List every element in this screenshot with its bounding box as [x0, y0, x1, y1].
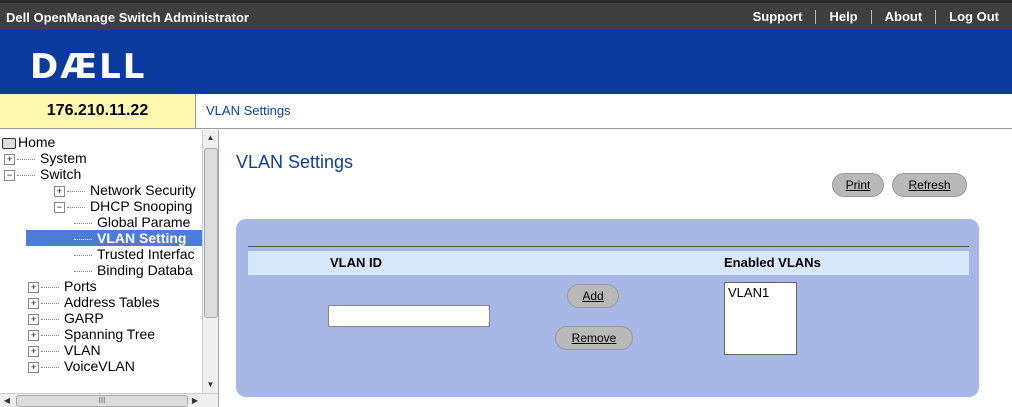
tree-item-ports[interactable]: + Ports — [28, 278, 97, 294]
refresh-button[interactable]: Refresh — [892, 173, 967, 197]
breadcrumb-bar: VLAN Settings — [196, 94, 1012, 129]
scroll-thumb[interactable] — [204, 148, 218, 318]
collapse-icon[interactable]: − — [54, 201, 65, 213]
tree-item-garp[interactable]: + GARP — [28, 310, 104, 326]
about-link[interactable]: About — [870, 9, 936, 24]
device-ip: 176.210.11.22 — [0, 94, 196, 129]
divider — [248, 246, 969, 247]
expand-icon[interactable]: + — [28, 361, 39, 373]
brand-bar: DÆLL — [0, 30, 1012, 94]
expand-icon[interactable]: + — [28, 281, 39, 293]
scroll-thumb-horizontal[interactable]: III — [16, 395, 188, 407]
expand-icon[interactable]: + — [28, 345, 39, 357]
tree-horizontal-scrollbar[interactable]: ◀ III ▶ — [0, 393, 218, 407]
logout-link[interactable]: Log Out — [935, 9, 1012, 24]
column-header-enabled-vlans: Enabled VLANs — [724, 255, 821, 270]
tree-vertical-scrollbar[interactable]: ▲ ▼ — [202, 130, 218, 393]
scroll-down-icon[interactable]: ▼ — [203, 377, 218, 393]
top-bar: Dell OpenManage Switch Administrator Sup… — [0, 0, 1012, 30]
list-item[interactable]: VLAN1 — [728, 285, 793, 300]
tree-item-binding-database[interactable]: Binding Databa — [74, 262, 193, 278]
help-link[interactable]: Help — [815, 9, 870, 24]
tree-item-spanning-tree[interactable]: + Spanning Tree — [28, 326, 155, 342]
app-title: Dell OpenManage Switch Administrator — [6, 10, 249, 25]
tree-item-dhcp-snooping[interactable]: − DHCP Snooping — [54, 198, 192, 214]
scroll-up-icon[interactable]: ▲ — [203, 130, 218, 146]
scroll-right-icon[interactable]: ▶ — [188, 394, 202, 407]
tree-item-global-parameters[interactable]: Global Parame — [74, 214, 190, 230]
tree-item-system[interactable]: + System — [4, 150, 87, 166]
dell-logo: DÆLL — [30, 47, 147, 87]
expand-icon[interactable]: + — [54, 185, 65, 197]
tree-item-switch[interactable]: − Switch — [4, 166, 81, 182]
support-link[interactable]: Support — [740, 9, 816, 24]
nav-tree-content: Home + System − Switch + Network Security −… — [0, 130, 203, 393]
collapse-icon[interactable]: − — [4, 169, 15, 181]
scroll-left-icon[interactable]: ◀ — [0, 394, 14, 407]
print-button[interactable]: Print — [832, 173, 884, 197]
expand-icon[interactable]: + — [28, 297, 39, 309]
breadcrumb[interactable]: VLAN Settings — [206, 103, 291, 118]
tree-item-address-tables[interactable]: + Address Tables — [28, 294, 159, 310]
tree-item-trusted-interfaces[interactable]: Trusted Interfac — [74, 246, 195, 262]
home-icon — [2, 137, 16, 149]
tree-item-vlan-settings[interactable]: VLAN Setting — [26, 230, 203, 246]
tree-item-home[interactable]: Home — [2, 134, 55, 150]
expand-icon[interactable]: + — [4, 153, 15, 165]
vlan-id-input[interactable] — [328, 305, 490, 327]
top-links: Support Help About Log Out — [740, 3, 1012, 30]
column-header-vlan-id: VLAN ID — [330, 255, 382, 270]
expand-icon[interactable]: + — [28, 329, 39, 341]
page-title: VLAN Settings — [236, 152, 354, 172]
tree-item-network-security[interactable]: + Network Security — [54, 182, 196, 198]
enabled-vlans-list[interactable]: VLAN1 — [724, 282, 797, 355]
nav-tree: Home + System − Switch + Network Security −… — [0, 130, 219, 407]
remove-button[interactable]: Remove — [555, 326, 633, 350]
tree-item-vlan[interactable]: + VLAN — [28, 342, 101, 358]
expand-icon[interactable]: + — [28, 313, 39, 325]
add-button[interactable]: Add — [567, 284, 619, 308]
tree-item-voice-vlan[interactable]: + VoiceVLAN — [28, 358, 135, 374]
